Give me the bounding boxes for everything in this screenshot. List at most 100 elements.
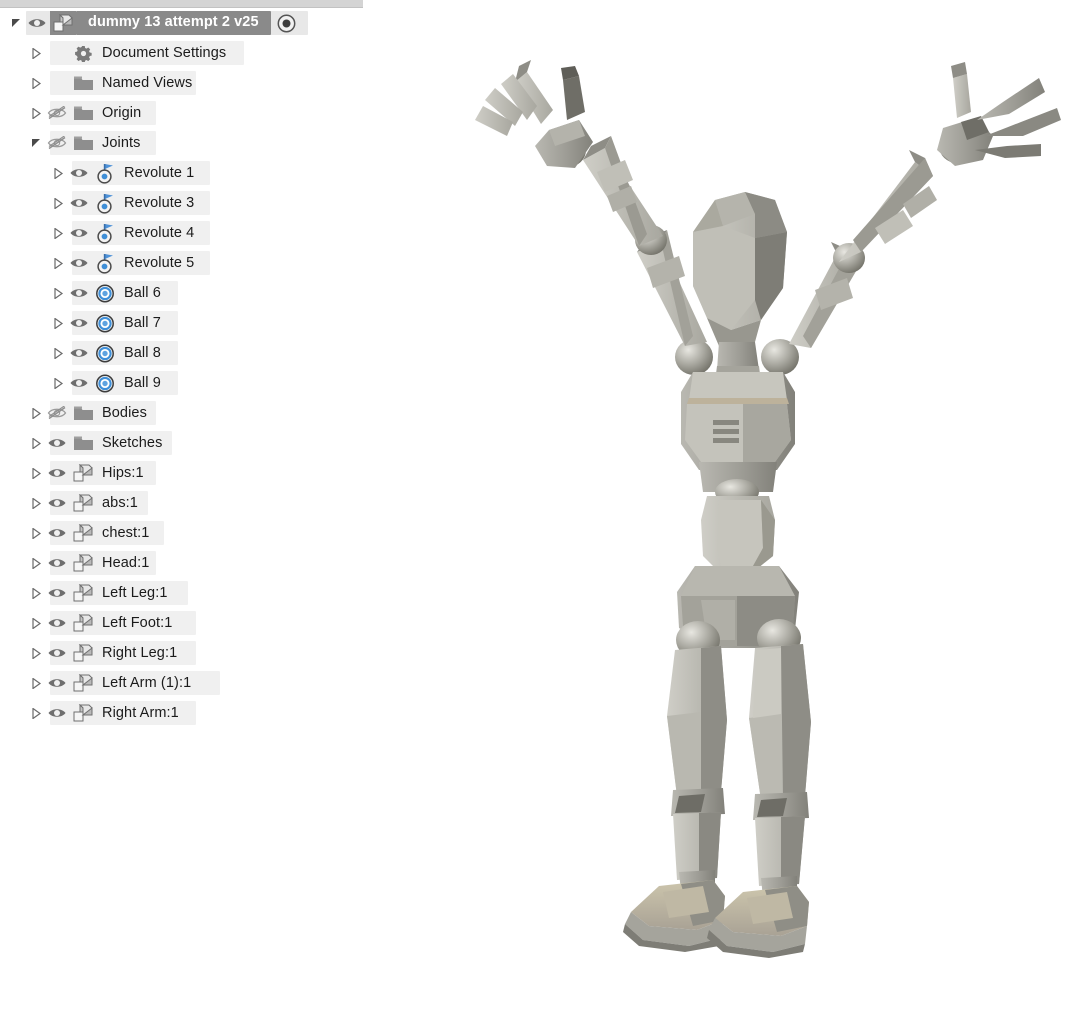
eye-icon[interactable] bbox=[66, 283, 92, 303]
eye-icon[interactable] bbox=[24, 13, 50, 33]
eye-hidden-icon[interactable] bbox=[44, 133, 70, 153]
tree-item-label: Named Views bbox=[96, 76, 200, 91]
row-content: Ball 6 bbox=[0, 282, 169, 304]
eye-icon[interactable] bbox=[44, 673, 70, 693]
collapsed-triangle-icon[interactable] bbox=[50, 165, 66, 181]
expanded-triangle-icon[interactable] bbox=[8, 15, 24, 31]
tree-item-label: Joints bbox=[96, 136, 148, 151]
tree-row-chest-1[interactable]: chest:1 bbox=[0, 518, 363, 548]
eye-icon[interactable] bbox=[66, 163, 92, 183]
tree-row-left-leg-1[interactable]: Left Leg:1 bbox=[0, 578, 363, 608]
folder-icon bbox=[70, 102, 96, 124]
tree-row-ball-6[interactable]: Ball 6 bbox=[0, 278, 363, 308]
collapsed-triangle-icon[interactable] bbox=[28, 435, 44, 451]
row-content: Revolute 1 bbox=[0, 162, 202, 184]
eye-icon[interactable] bbox=[44, 643, 70, 663]
component-icon bbox=[70, 612, 96, 634]
eye-icon[interactable] bbox=[66, 253, 92, 273]
eye-icon[interactable] bbox=[44, 463, 70, 483]
collapsed-triangle-icon[interactable] bbox=[28, 675, 44, 691]
collapsed-triangle-icon[interactable] bbox=[28, 405, 44, 421]
tree-item-label: Ball 6 bbox=[118, 286, 169, 301]
tree-row-sketches[interactable]: Sketches bbox=[0, 428, 363, 458]
collapsed-triangle-icon[interactable] bbox=[28, 525, 44, 541]
eye-hidden-icon[interactable] bbox=[44, 403, 70, 423]
tree-item-label: Ball 7 bbox=[118, 316, 169, 331]
robot-right-leg bbox=[749, 619, 811, 908]
tree-row-revolute-1[interactable]: Revolute 1 bbox=[0, 158, 363, 188]
collapsed-triangle-icon[interactable] bbox=[28, 105, 44, 121]
tree-row-right-leg-1[interactable]: Right Leg:1 bbox=[0, 638, 363, 668]
component-icon bbox=[70, 552, 96, 574]
tree-row-root[interactable]: dummy 13 attempt 2 v25 bbox=[0, 8, 363, 38]
tree-row-right-arm-1[interactable]: Right Arm:1 bbox=[0, 698, 363, 728]
collapsed-triangle-icon[interactable] bbox=[50, 285, 66, 301]
revolute-joint-icon bbox=[92, 222, 118, 244]
collapsed-triangle-icon[interactable] bbox=[50, 225, 66, 241]
collapsed-triangle-icon[interactable] bbox=[50, 195, 66, 211]
tree-row-abs-1[interactable]: abs:1 bbox=[0, 488, 363, 518]
collapsed-triangle-icon[interactable] bbox=[28, 615, 44, 631]
collapsed-triangle-icon[interactable] bbox=[50, 315, 66, 331]
row-content: abs:1 bbox=[0, 492, 146, 514]
tree-item-label: Origin bbox=[96, 106, 149, 121]
collapsed-triangle-icon[interactable] bbox=[28, 45, 44, 61]
collapsed-triangle-icon[interactable] bbox=[50, 345, 66, 361]
tree-row-document-settings[interactable]: Document Settings bbox=[0, 38, 363, 68]
tree-row-revolute-3[interactable]: Revolute 3 bbox=[0, 188, 363, 218]
component-icon bbox=[70, 492, 96, 514]
eye-icon[interactable] bbox=[66, 313, 92, 333]
tree-row-bodies[interactable]: Bodies bbox=[0, 398, 363, 428]
expanded-triangle-icon[interactable] bbox=[28, 135, 44, 151]
collapsed-triangle-icon[interactable] bbox=[28, 495, 44, 511]
row-content: Left Foot:1 bbox=[0, 612, 180, 634]
collapsed-triangle-icon[interactable] bbox=[28, 75, 44, 91]
tree-row-ball-9[interactable]: Ball 9 bbox=[0, 368, 363, 398]
radio-selected-icon[interactable] bbox=[275, 11, 299, 35]
row-content: Document Settings bbox=[0, 42, 234, 64]
tree-row-ball-8[interactable]: Ball 8 bbox=[0, 338, 363, 368]
tree-row-left-arm-1-1[interactable]: Left Arm (1):1 bbox=[0, 668, 363, 698]
tree-row-head-1[interactable]: Head:1 bbox=[0, 548, 363, 578]
eye-icon[interactable] bbox=[44, 523, 70, 543]
tree-row-origin[interactable]: Origin bbox=[0, 98, 363, 128]
tree-row-revolute-4[interactable]: Revolute 4 bbox=[0, 218, 363, 248]
eye-icon[interactable] bbox=[44, 703, 70, 723]
collapsed-triangle-icon[interactable] bbox=[28, 645, 44, 661]
eye-icon[interactable] bbox=[66, 373, 92, 393]
row-content: Bodies bbox=[0, 402, 155, 424]
row-content: Sketches bbox=[0, 432, 170, 454]
row-content: Revolute 3 bbox=[0, 192, 202, 214]
collapsed-triangle-icon[interactable] bbox=[28, 555, 44, 571]
collapsed-triangle-icon[interactable] bbox=[28, 705, 44, 721]
eye-icon[interactable] bbox=[44, 493, 70, 513]
eye-icon[interactable] bbox=[44, 583, 70, 603]
tree-row-named-views[interactable]: Named Views bbox=[0, 68, 363, 98]
eye-hidden-icon[interactable] bbox=[44, 103, 70, 123]
collapsed-triangle-icon[interactable] bbox=[28, 585, 44, 601]
eye-icon[interactable] bbox=[44, 553, 70, 573]
collapsed-triangle-icon[interactable] bbox=[28, 465, 44, 481]
collapsed-triangle-icon[interactable] bbox=[50, 255, 66, 271]
browser-tree-panel[interactable]: dummy 13 attempt 2 v25 Document Settings N… bbox=[0, 8, 363, 1026]
revolute-joint-icon bbox=[92, 192, 118, 214]
folder-icon bbox=[70, 432, 96, 454]
tree-row-left-foot-1[interactable]: Left Foot:1 bbox=[0, 608, 363, 638]
tree-row-joints[interactable]: Joints bbox=[0, 128, 363, 158]
robot-model[interactable] bbox=[363, 0, 1088, 1026]
collapsed-triangle-icon[interactable] bbox=[50, 375, 66, 391]
row-content: Head:1 bbox=[0, 552, 157, 574]
eye-icon[interactable] bbox=[66, 193, 92, 213]
component-icon bbox=[70, 702, 96, 724]
eye-icon[interactable] bbox=[44, 433, 70, 453]
eye-icon[interactable] bbox=[66, 223, 92, 243]
3d-viewport[interactable] bbox=[363, 0, 1088, 1026]
tree-row-ball-7[interactable]: Ball 7 bbox=[0, 308, 363, 338]
eye-icon[interactable] bbox=[66, 343, 92, 363]
tree-row-revolute-5[interactable]: Revolute 5 bbox=[0, 248, 363, 278]
tree-row-hips-1[interactable]: Hips:1 bbox=[0, 458, 363, 488]
eye-icon[interactable] bbox=[44, 613, 70, 633]
robot-chest bbox=[681, 372, 795, 492]
robot-left-leg bbox=[667, 621, 727, 902]
robot-left-arm bbox=[475, 60, 707, 346]
